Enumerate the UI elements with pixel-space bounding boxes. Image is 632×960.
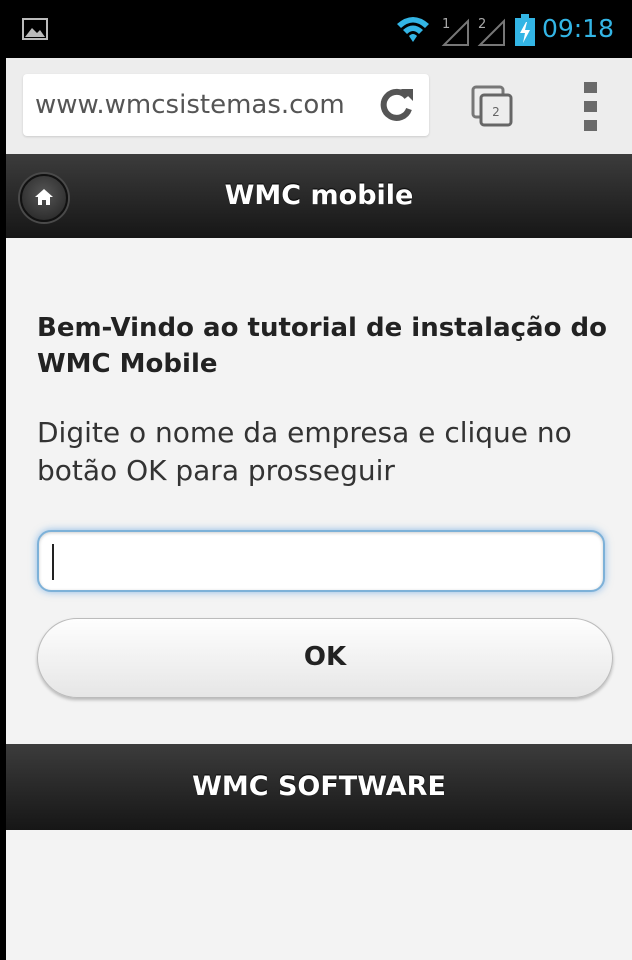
tabs-button[interactable]: 2 bbox=[470, 84, 516, 130]
status-clock: 09:18 bbox=[542, 14, 615, 43]
page-header: WMC mobile bbox=[6, 154, 632, 239]
phone-screen: 1 2 09:18 www.wmcsistemas.com 2 WMC mobi… bbox=[6, 0, 632, 960]
signal-strength-sim1-icon: 1 bbox=[438, 14, 472, 48]
signal-strength-sim2-icon: 2 bbox=[474, 14, 508, 48]
browser-toolbar: www.wmcsistemas.com 2 bbox=[6, 58, 632, 154]
main-content: Bem-Vindo ao tutorial de instalação do W… bbox=[6, 238, 632, 744]
status-bar: 1 2 09:18 bbox=[6, 0, 632, 58]
address-bar[interactable]: www.wmcsistemas.com bbox=[23, 74, 429, 136]
tab-count: 2 bbox=[492, 105, 500, 119]
text-cursor bbox=[52, 544, 54, 580]
sim1-label: 1 bbox=[442, 17, 450, 32]
gallery-notification-icon bbox=[22, 18, 48, 40]
instructions-text: Digite o nome da empresa e clique no bot… bbox=[37, 416, 572, 487]
url-text[interactable]: www.wmcsistemas.com bbox=[35, 89, 365, 121]
battery-charging-icon bbox=[515, 14, 535, 46]
footer-text: WMC SOFTWARE bbox=[192, 771, 446, 802]
page-footer: WMC SOFTWARE bbox=[6, 744, 632, 830]
welcome-heading: Bem-Vindo ao tutorial de instalação do W… bbox=[37, 313, 607, 379]
overflow-menu-icon[interactable] bbox=[576, 80, 606, 134]
page-blank-area bbox=[6, 830, 632, 960]
company-name-input[interactable] bbox=[37, 530, 605, 592]
sim2-label: 2 bbox=[478, 17, 486, 32]
wifi-icon bbox=[397, 17, 429, 42]
ok-button[interactable]: OK bbox=[37, 618, 613, 698]
tabs-icon: 2 bbox=[471, 85, 513, 127]
reload-icon[interactable] bbox=[377, 85, 417, 125]
page-title: WMC mobile bbox=[224, 180, 414, 211]
